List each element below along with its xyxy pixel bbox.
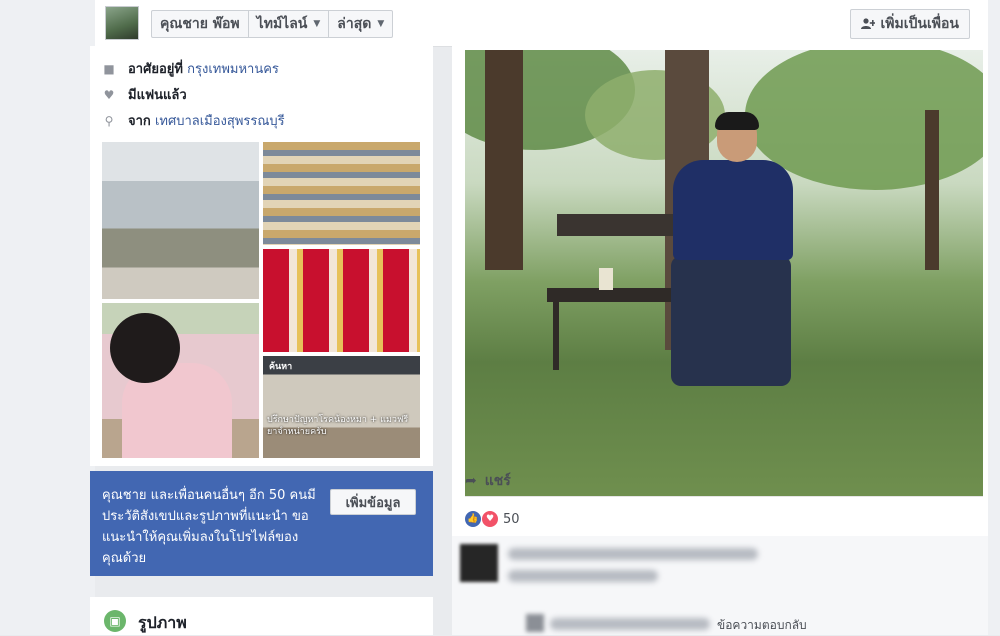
reply-avatar [526, 614, 544, 632]
heart-icon: ♥ [103, 87, 115, 102]
store-post-title: ค้นหา [269, 362, 293, 372]
from-label: จาก [128, 114, 151, 129]
profile-name-button[interactable]: คุณชาย พ๊อพ [152, 11, 249, 37]
featured-photos-grid: ค้นหา ปรึกษาปัญหาโรคน้องหมา + แมวฟรี ยาจ… [102, 142, 420, 458]
intro-relationship: ♥ มีแฟนแล้ว [102, 84, 187, 105]
featured-photo-products[interactable] [263, 249, 420, 352]
right-background [988, 0, 1000, 635]
featured-photo-shop-interior[interactable] [102, 142, 259, 299]
intro-card: ■ อาศัยอยู่ที่ กรุงเทพมหานคร ♥ มีแฟนแล้ว… [90, 46, 433, 466]
like-reaction-icon: 👍 [465, 511, 481, 527]
post-card: ➦ แชร์ 👍 ♥ 50 ข้อความตอบกลับ [452, 46, 988, 635]
share-arrow-icon: ➦ [465, 473, 477, 489]
profile-name: คุณชาย พ๊อพ [160, 16, 240, 32]
featured-photo-shelves[interactable] [263, 142, 420, 245]
relationship-status: มีแฟนแล้ว [128, 88, 187, 103]
person-plus-icon [860, 18, 875, 29]
location-pin-icon: ⚲ [104, 113, 114, 128]
suggest-info-text: คุณชาย และเพื่อนคนอื่นๆ อีก 50 คนมีประวั… [102, 488, 316, 566]
from-link[interactable]: เทศบาลเมืองสุพรรณบุรี [155, 114, 285, 129]
reactions-summary[interactable]: 👍 ♥ 50 [465, 510, 520, 528]
add-friend-label: เพิ่มเป็นเพื่อน [880, 16, 959, 32]
featured-photo-store-post[interactable]: ค้นหา ปรึกษาปัญหาโรคน้องหมา + แมวฟรี ยาจ… [263, 356, 420, 458]
share-label: แชร์ [484, 473, 511, 489]
blurred-reply-name [550, 618, 710, 630]
recent-dropdown[interactable]: ล่าสุด ▼ [329, 11, 392, 37]
photos-section: ▣ รูปภาพ [90, 597, 433, 635]
post-divider [465, 496, 983, 497]
share-button[interactable]: ➦ แชร์ [465, 470, 511, 492]
add-info-button[interactable]: เพิ่มข้อมูล [330, 489, 416, 515]
profile-nav: คุณชาย พ๊อพ ไทม์ไลน์ ▼ ล่าสุด ▼ [151, 10, 394, 38]
lives-in-label: อาศัยอยู่ที่ [128, 62, 183, 77]
reaction-count: 50 [503, 511, 520, 527]
photos-icon: ▣ [104, 610, 126, 632]
chevron-down-icon: ▼ [377, 19, 385, 29]
timeline-label: ไทม์ไลน์ [256, 16, 308, 32]
store-post-caption: ปรึกษาปัญหาโรคน้องหมา + แมวฟรี ยาจำหน่าย… [267, 415, 409, 437]
left-background [0, 0, 95, 635]
recent-label: ล่าสุด [337, 16, 372, 32]
blurred-comment-text [508, 570, 658, 582]
comments-section: ข้อความตอบกลับ [452, 536, 988, 635]
love-reaction-icon: ♥ [481, 510, 499, 528]
timeline-dropdown[interactable]: ไทม์ไลน์ ▼ [249, 11, 330, 37]
blurred-comment-text [508, 548, 758, 560]
featured-photo-person[interactable] [102, 303, 259, 458]
reply-link[interactable]: ข้อความตอบกลับ [717, 616, 807, 635]
suggest-info-card: คุณชาย และเพื่อนคนอื่นๆ อีก 50 คนมีประวั… [90, 471, 433, 576]
lives-in-link[interactable]: กรุงเทพมหานคร [187, 62, 279, 77]
chevron-down-icon: ▼ [313, 19, 321, 29]
intro-from: ⚲ จาก เทศบาลเมืองสุพรรณบุรี [102, 110, 285, 131]
post-photo[interactable] [465, 50, 983, 496]
intro-lives-in: ■ อาศัยอยู่ที่ กรุงเทพมหานคร [102, 58, 279, 79]
profile-thumbnail[interactable] [105, 6, 139, 40]
commenter-avatar[interactable] [460, 544, 498, 582]
home-icon: ■ [103, 61, 115, 76]
photos-title[interactable]: รูปภาพ [138, 611, 187, 636]
add-friend-button[interactable]: เพิ่มเป็นเพื่อน [849, 9, 970, 39]
profile-top-bar: คุณชาย พ๊อพ ไทม์ไลน์ ▼ ล่าสุด ▼ เพิ่มเป็… [95, 0, 988, 47]
